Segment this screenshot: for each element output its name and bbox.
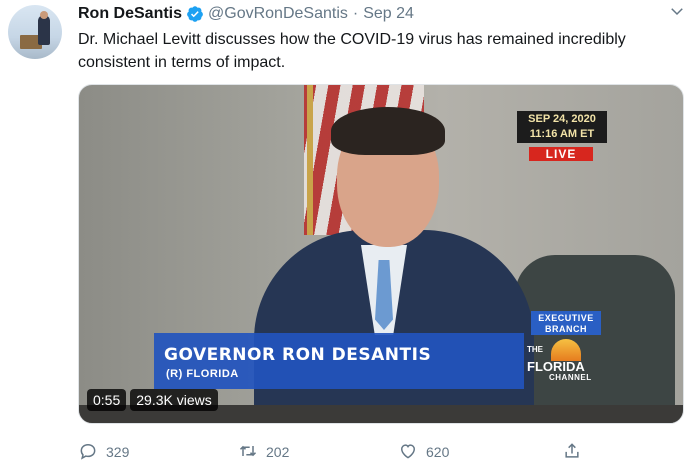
like-count: 620: [426, 444, 450, 460]
avatar[interactable]: [8, 5, 62, 59]
lower-third: GOVERNOR RON DESANTIS (R) FLORIDA: [154, 333, 524, 389]
reply-button[interactable]: 329: [78, 441, 129, 464]
live-badge: LIVE: [529, 147, 593, 161]
lower-third-subtitle: (R) FLORIDA: [166, 368, 239, 380]
sun-logo-icon: [551, 339, 581, 361]
tweet-date[interactable]: Sep 24: [363, 5, 414, 23]
retweet-count: 202: [266, 444, 290, 460]
video-player[interactable]: SEP 24, 2020 11:16 AM ET LIVE GOVERNOR R…: [78, 84, 684, 424]
reply-icon: [78, 441, 98, 464]
tweet-text: Dr. Michael Levitt discusses how the COV…: [78, 31, 626, 71]
tweet-actions: 329 202 620: [78, 440, 598, 464]
network-tag: EXECUTIVE BRANCH: [531, 311, 601, 335]
author-handle[interactable]: @GovRonDeSantis: [208, 5, 348, 23]
avatar-head: [40, 11, 48, 19]
share-button[interactable]: [562, 441, 582, 464]
chevron-down-icon[interactable]: [668, 2, 686, 20]
retweet-icon: [238, 441, 258, 464]
share-icon: [562, 441, 582, 464]
logo-florida: FLORIDA: [527, 359, 585, 374]
retweet-button[interactable]: 202: [238, 441, 289, 464]
reply-count: 329: [106, 444, 130, 460]
video-views: 29.3K views: [130, 389, 218, 411]
video-badges: 0:55 29.3K views: [87, 389, 218, 411]
like-button[interactable]: 620: [398, 441, 449, 464]
broadcast-time: 11:16 AM ET: [529, 128, 595, 140]
lower-third-title: GOVERNOR RON DESANTIS: [164, 345, 432, 365]
broadcast-date: SEP 24, 2020: [528, 113, 596, 125]
author-name[interactable]: Ron DeSantis: [78, 5, 182, 23]
florida-channel-logo: THE FLORIDA CHANNEL: [527, 337, 607, 389]
verified-badge-icon: [186, 5, 204, 23]
flag-pole: [307, 85, 313, 235]
separator-dot: ·: [352, 5, 359, 22]
tweet-header: Ron DeSantis @GovRonDeSantis · Sep 24: [78, 4, 414, 24]
avatar-person: [38, 15, 50, 45]
logo-the: THE: [527, 345, 543, 354]
video-duration: 0:55: [87, 389, 127, 411]
speaker-hair: [331, 107, 445, 155]
heart-icon: [398, 441, 418, 464]
broadcast-timestamp: SEP 24, 2020 11:16 AM ET: [517, 111, 607, 143]
logo-channel: CHANNEL: [549, 373, 592, 382]
